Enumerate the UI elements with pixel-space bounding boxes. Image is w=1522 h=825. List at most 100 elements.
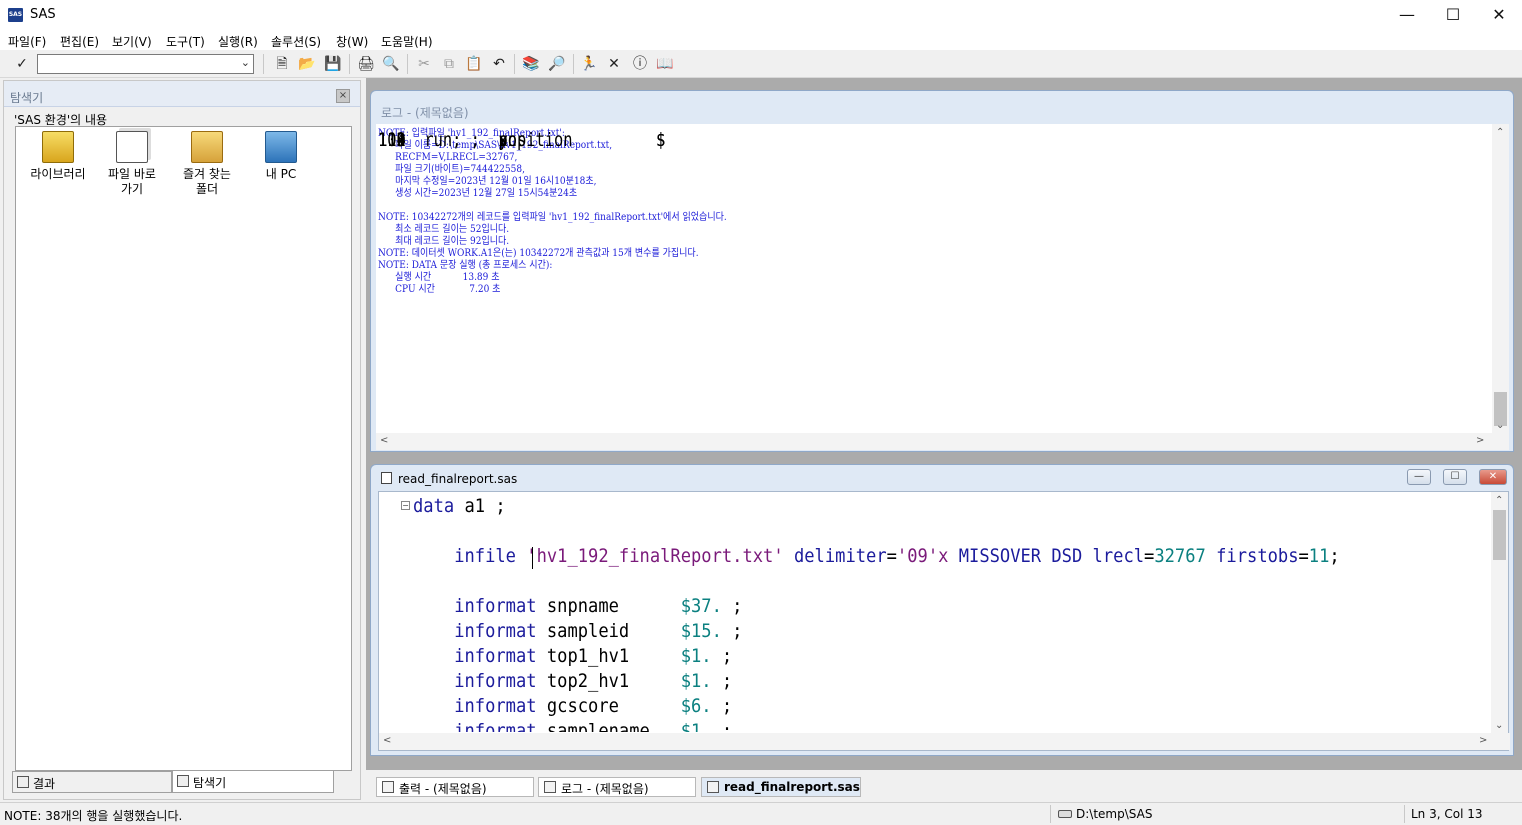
cut-icon[interactable]: ✂ bbox=[415, 55, 433, 73]
scroll-right-icon[interactable]: > bbox=[1476, 435, 1484, 446]
log-horizontal-scrollbar[interactable]: < > bbox=[376, 433, 1509, 450]
menu-run[interactable]: 실행(R) bbox=[218, 33, 258, 50]
explorer-icon[interactable]: 🔎 bbox=[548, 55, 566, 73]
log-vertical-scrollbar[interactable]: ⌃ ⌄ bbox=[1492, 124, 1509, 433]
code-token: $15. bbox=[680, 620, 722, 642]
menu-view[interactable]: 보기(V) bbox=[112, 33, 152, 50]
code-token: informat bbox=[454, 670, 537, 692]
code-token: ; bbox=[721, 595, 743, 617]
log-content[interactable]: 109 position 110 snp $111 x $112 y $113 ;… bbox=[376, 124, 1509, 450]
tab-editor[interactable]: read_finalreport.sas bbox=[701, 777, 861, 797]
scroll-up-icon[interactable]: ⌃ bbox=[1496, 127, 1504, 138]
copy-icon[interactable]: ⧉ bbox=[440, 55, 458, 73]
explorer-item-libraries[interactable]: 라이브러리 bbox=[18, 131, 98, 182]
command-box[interactable]: ⌄ bbox=[37, 54, 254, 74]
log-line: NOTE: DATA 문장 실행 (총 프로세스 시간): bbox=[378, 260, 553, 271]
library-icon bbox=[42, 131, 74, 163]
code-token: 11 bbox=[1308, 545, 1330, 567]
new-library-icon[interactable]: 📚 bbox=[522, 55, 540, 73]
code-token: ; bbox=[1329, 545, 1340, 567]
undo-icon[interactable]: ↶ bbox=[490, 55, 508, 73]
save-icon[interactable]: 💾 bbox=[324, 55, 342, 73]
code-token: '09'x bbox=[896, 545, 949, 567]
paste-icon[interactable]: 📋 bbox=[465, 55, 483, 73]
code-token: $1. bbox=[680, 645, 712, 667]
menu-edit[interactable]: 편집(E) bbox=[60, 33, 99, 50]
maximize-button[interactable]: ☐ bbox=[1430, 0, 1476, 30]
status-separator bbox=[1404, 805, 1405, 823]
editor-content[interactable]: − data a1 ; infile 'hv1_192_finalReport.… bbox=[378, 491, 1510, 751]
menu-window[interactable]: 창(W) bbox=[336, 33, 368, 50]
window-tabs-bar: 출력 - (제목없음) 로그 - (제목없음) read_finalreport… bbox=[366, 770, 1522, 800]
new-document-icon[interactable]: 🗎 bbox=[273, 55, 291, 73]
checkmark-icon[interactable]: ✓ bbox=[13, 55, 31, 73]
print-preview-icon[interactable]: 🔍 bbox=[382, 55, 400, 73]
menu-bar: 파일(F) 편집(E) 보기(V) 도구(T) 실행(R) 솔루션(S) 창(W… bbox=[0, 30, 1522, 50]
explorer-item-file-shortcuts[interactable]: 파일 바로 가기 bbox=[92, 131, 172, 197]
help-book-icon[interactable]: 📖 bbox=[656, 55, 674, 73]
tab-explorer[interactable]: 탐색기 bbox=[172, 771, 334, 793]
code-token: ; bbox=[711, 645, 733, 667]
explorer-item-favorite-folders[interactable]: 즐겨 찾는 폴더 bbox=[167, 131, 247, 197]
editor-maximize-button[interactable]: ☐ bbox=[1443, 469, 1467, 485]
editor-vertical-scrollbar[interactable]: ⌃ ⌄ bbox=[1491, 492, 1508, 735]
code-area[interactable]: data a1 ; infile 'hv1_192_finalReport.tx… bbox=[413, 494, 1493, 732]
chevron-down-icon[interactable]: ⌄ bbox=[241, 56, 250, 69]
clear-icon[interactable]: ✕ bbox=[605, 55, 623, 73]
explorer-item-my-pc[interactable]: 내 PC bbox=[241, 131, 321, 182]
editor-window-title: read_finalreport.sas bbox=[398, 472, 518, 486]
menu-help[interactable]: 도움말(H) bbox=[381, 33, 433, 50]
explorer-item-list: 라이브러리 파일 바로 가기 즐겨 찾는 폴더 내 PC bbox=[15, 126, 352, 771]
close-button[interactable]: ✕ bbox=[1476, 0, 1522, 30]
explorer-item-label: 파일 바로 가기 bbox=[108, 167, 156, 196]
menu-tools[interactable]: 도구(T) bbox=[166, 33, 205, 50]
scroll-thumb[interactable] bbox=[1493, 510, 1506, 560]
open-folder-icon[interactable]: 📂 bbox=[298, 55, 316, 73]
current-folder[interactable]: D:\temp\SAS bbox=[1058, 807, 1152, 821]
tab-log[interactable]: 로그 - (제목없음) bbox=[538, 777, 696, 797]
code-token: informat bbox=[454, 595, 537, 617]
mdi-workspace: 로그 - (제목없음) 109 position 110 snp $111 x $… bbox=[366, 78, 1522, 800]
log-line: RECFM=V,LRECL=32767, bbox=[378, 152, 518, 163]
results-icon bbox=[17, 776, 29, 788]
scroll-left-icon[interactable]: < bbox=[383, 735, 391, 746]
code-token: snpname bbox=[536, 595, 681, 617]
minimize-button[interactable]: — bbox=[1384, 0, 1430, 30]
code-token: infile bbox=[454, 545, 516, 567]
scroll-right-icon[interactable]: > bbox=[1479, 735, 1487, 746]
editor-horizontal-scrollbar[interactable]: < > bbox=[379, 733, 1510, 750]
file-shortcut-icon bbox=[116, 131, 148, 163]
toolbar: ✓ ⌄ 🗎 📂 💾 🖨 🔍 ✂ ⧉ 📋 ↶ 📚 🔎 🏃 ✕ ⓘ 📖 bbox=[0, 50, 1522, 78]
log-line: NOTE: 10342272개의 레코드를 입력파일 'hv1_192_fina… bbox=[378, 212, 727, 223]
break-icon[interactable]: ⓘ bbox=[631, 55, 649, 73]
explorer-close-icon[interactable]: × bbox=[336, 89, 350, 103]
log-line: 생성 시간=2023년 12월 27일 15시54분24초 bbox=[378, 188, 578, 199]
code-token: $6. bbox=[680, 695, 712, 717]
code-token: gcscore bbox=[536, 695, 681, 717]
scroll-up-icon[interactable]: ⌃ bbox=[1495, 495, 1503, 506]
tab-results[interactable]: 결과 bbox=[12, 771, 172, 793]
print-icon[interactable]: 🖨 bbox=[357, 55, 375, 73]
log-window-title: 로그 - (제목없음) bbox=[381, 106, 469, 120]
menu-file[interactable]: 파일(F) bbox=[8, 33, 46, 50]
menu-solutions[interactable]: 솔루션(S) bbox=[271, 33, 321, 50]
scroll-down-icon[interactable]: ⌄ bbox=[1495, 720, 1503, 731]
tab-output[interactable]: 출력 - (제목없음) bbox=[376, 777, 534, 797]
submit-run-icon[interactable]: 🏃 bbox=[580, 55, 598, 73]
scroll-down-icon[interactable]: ⌄ bbox=[1496, 420, 1504, 431]
fold-toggle-icon[interactable]: − bbox=[401, 501, 410, 510]
title-bar: SAS SAS — ☐ ✕ bbox=[0, 0, 1522, 30]
editor-minimize-button[interactable]: — bbox=[1407, 469, 1431, 485]
explorer-pane: 탐색기 × 'SAS 환경'의 내용 라이브러리 파일 바로 가기 즐겨 찾는 … bbox=[3, 80, 361, 800]
scroll-left-icon[interactable]: < bbox=[380, 435, 388, 446]
editor-close-button[interactable]: ✕ bbox=[1479, 469, 1507, 485]
toolbar-separator bbox=[349, 54, 350, 74]
code-line: informat samplename $1. ; bbox=[413, 719, 1340, 732]
code-token: ; bbox=[711, 670, 733, 692]
